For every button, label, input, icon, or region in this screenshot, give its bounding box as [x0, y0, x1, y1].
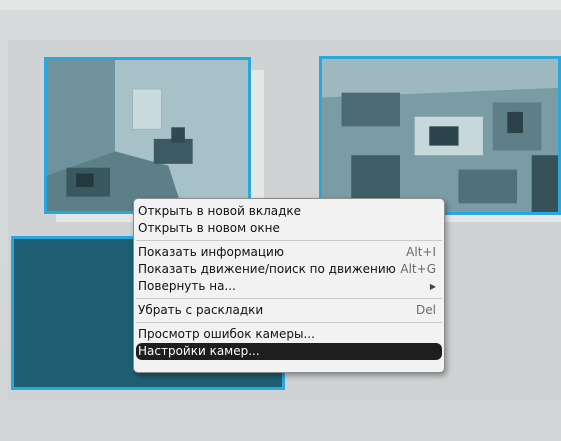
top-strip	[0, 0, 561, 10]
camera-1-video-frame	[47, 60, 248, 211]
menu-item-camera-errors[interactable]: Просмотр ошибок камеры...	[134, 326, 444, 343]
menu-item-open-new-tab[interactable]: Открыть в новой вкладке	[134, 203, 444, 220]
menu-separator	[136, 322, 442, 323]
menu-item-label: Повернуть на...	[138, 279, 236, 293]
menu-item-camera-settings[interactable]: Настройки камер...	[136, 343, 442, 360]
menu-item-show-motion[interactable]: Показать движение/поиск по движению Alt+…	[134, 261, 444, 278]
menu-item-show-info[interactable]: Показать информацию Alt+I	[134, 244, 444, 261]
menu-item-shortcut: Alt+I	[406, 245, 436, 259]
menu-item-label: Просмотр ошибок камеры...	[138, 327, 315, 341]
menu-item-label: Убрать с раскладки	[138, 303, 264, 317]
menu-item-remove-from-layout[interactable]: Убрать с раскладки Del	[134, 302, 444, 319]
menu-item-label: Открыть в новом окне	[138, 221, 280, 235]
menu-item-label: Показать движение/поиск по движению	[138, 262, 396, 276]
layout-canvas: Открыть в новой вкладке Открыть в новом …	[0, 0, 561, 441]
camera-tile-1[interactable]	[44, 57, 251, 214]
menu-item-rotate[interactable]: Повернуть на... ▶	[134, 278, 444, 295]
menu-separator	[136, 240, 442, 241]
menu-item-label: Открыть в новой вкладке	[138, 204, 302, 218]
menu-item-shortcut: Alt+G	[400, 262, 436, 276]
camera-context-menu: Открыть в новой вкладке Открыть в новом …	[133, 198, 445, 373]
camera-tile-2[interactable]	[319, 56, 561, 215]
menu-separator	[136, 298, 442, 299]
menu-item-open-new-window[interactable]: Открыть в новом окне	[134, 220, 444, 237]
menu-item-label: Показать информацию	[138, 245, 284, 259]
submenu-arrow-icon: ▶	[429, 282, 436, 291]
menu-item-shortcut: Del	[416, 303, 436, 317]
menu-item-label: Настройки камер...	[138, 344, 260, 358]
camera-2-video-frame	[322, 59, 558, 212]
